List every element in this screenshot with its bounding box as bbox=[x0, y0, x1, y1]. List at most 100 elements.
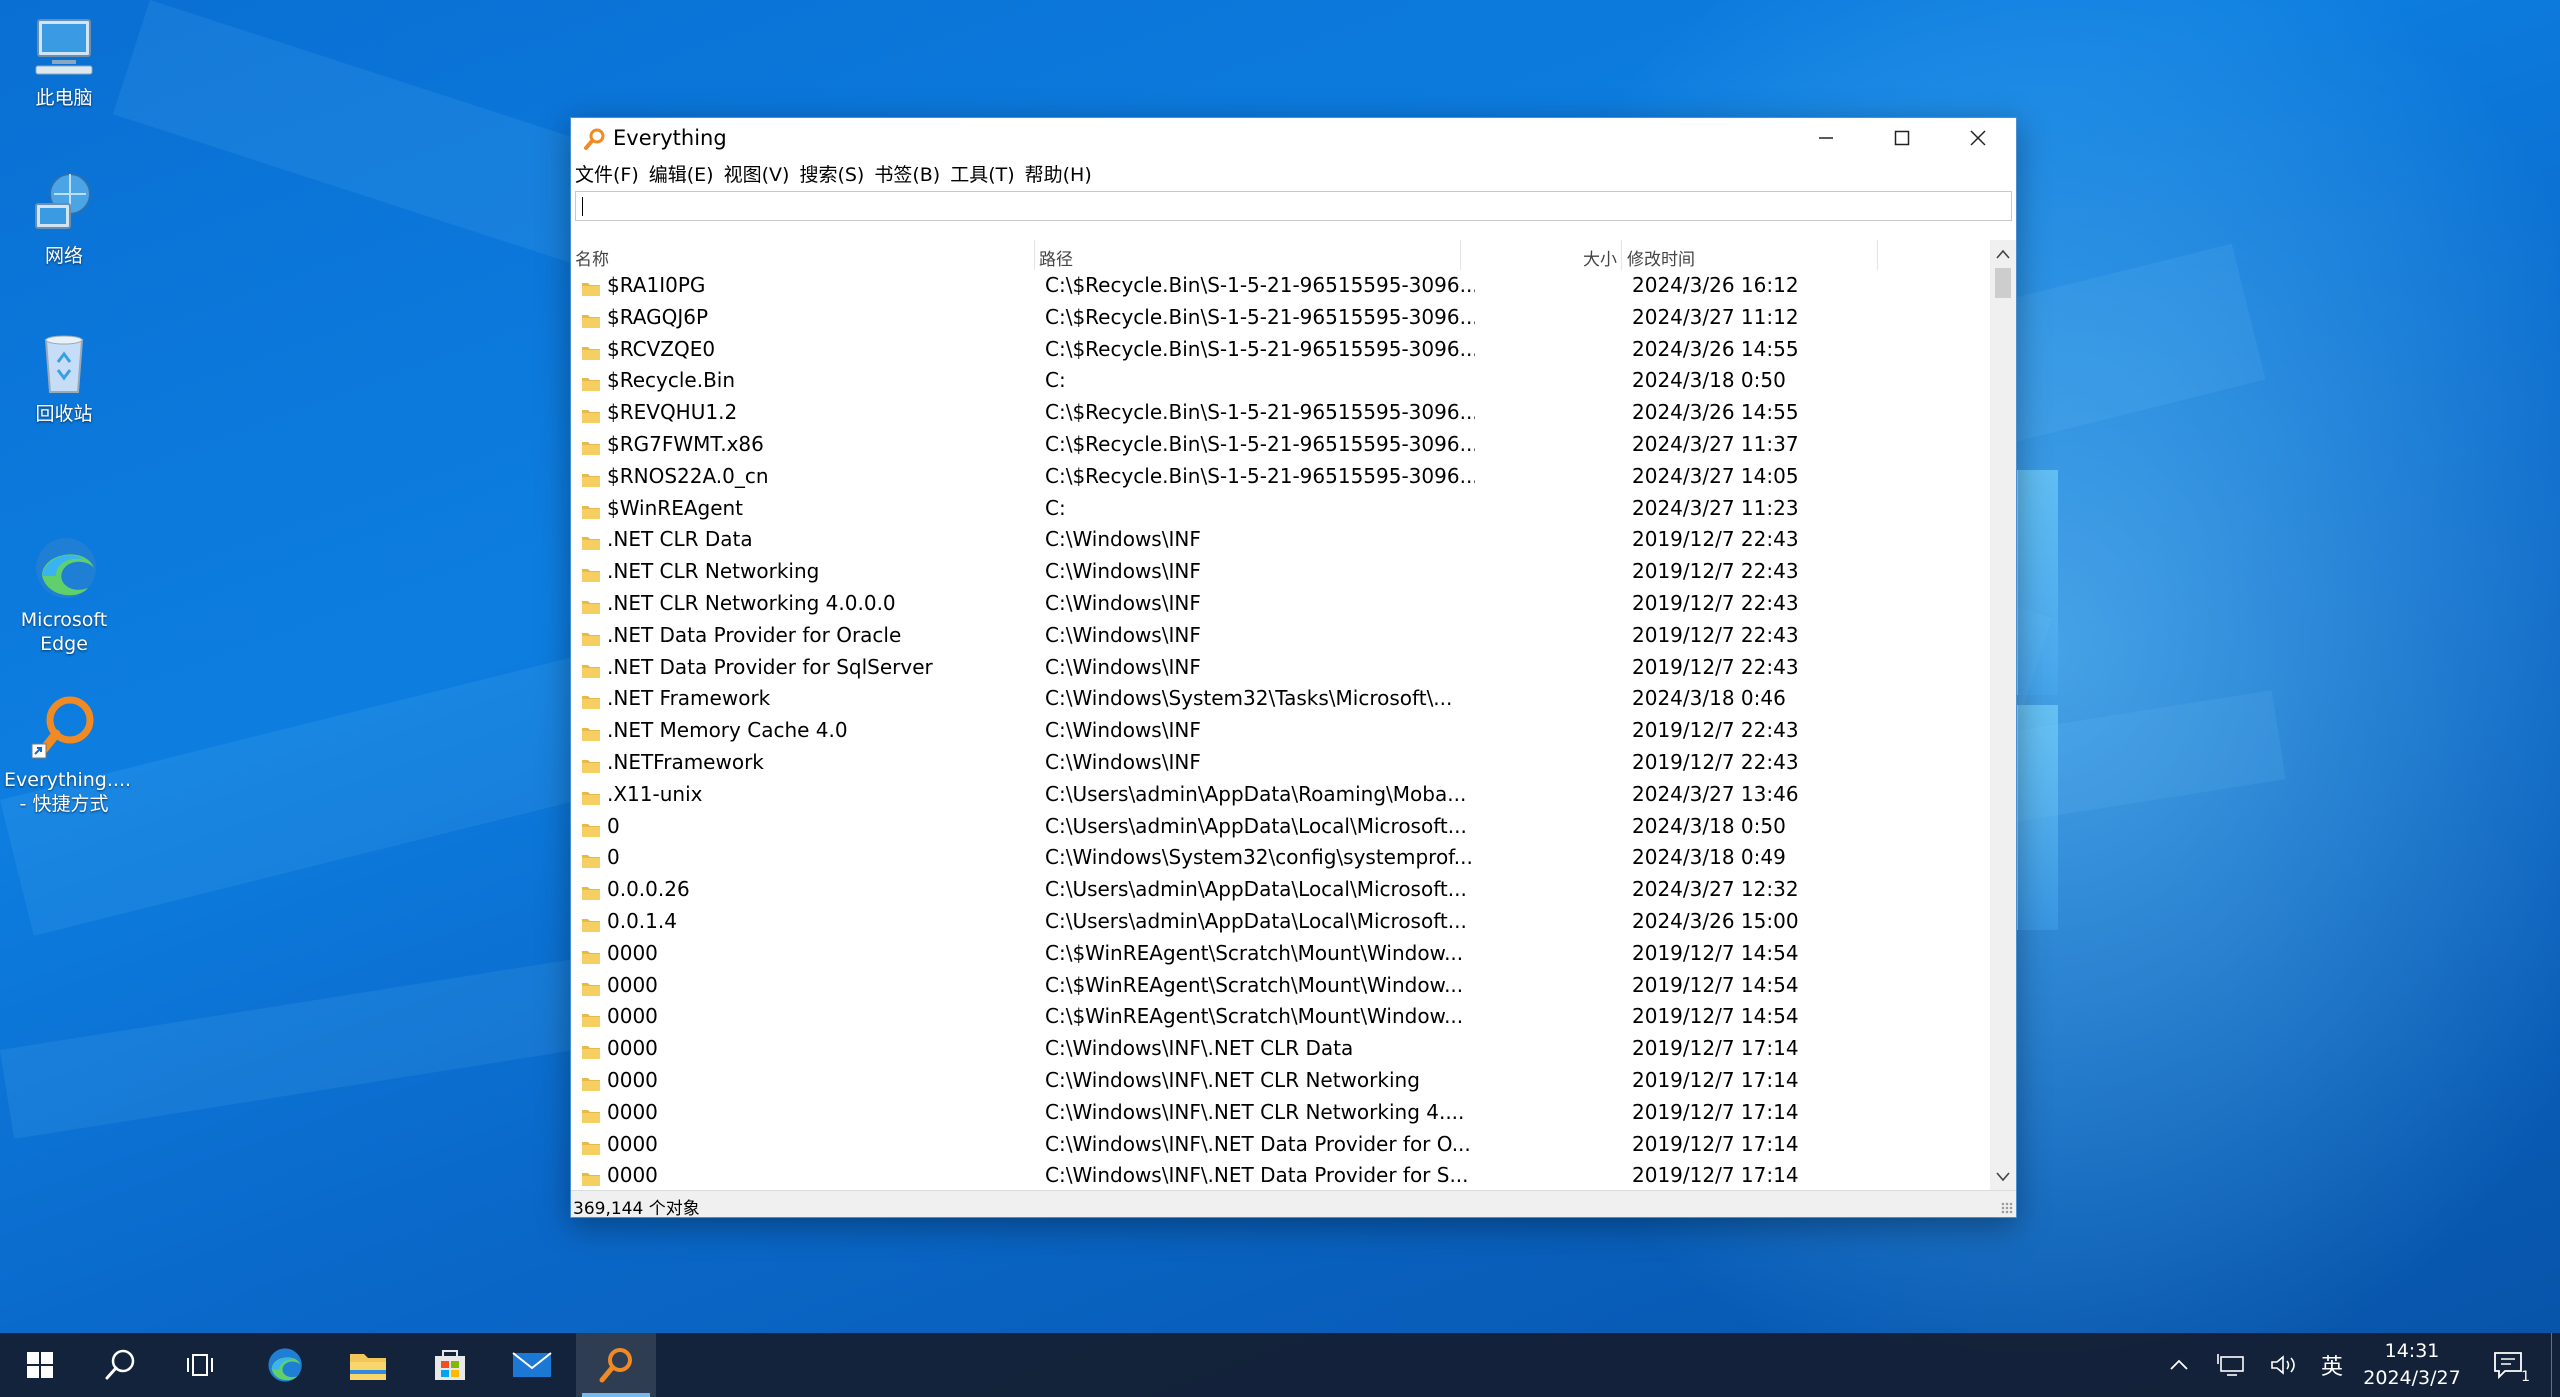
column-divider[interactable] bbox=[1877, 240, 1878, 270]
row-name: 0.0.0.26 bbox=[607, 877, 690, 902]
start-button[interactable] bbox=[0, 1333, 80, 1397]
desktop-icon-everything-shortcut[interactable]: Everything.... - 快捷方式 bbox=[4, 644, 132, 840]
table-row[interactable]: .NET CLR Networking C:\Windows\INF 2019/12… bbox=[571, 556, 1990, 588]
table-row[interactable]: 0000 C:\$WinREAgent\Scratch\Mount\Window.… bbox=[571, 970, 1990, 1002]
table-row[interactable]: .NET CLR Networking 4.0.0.0 C:\Windows\IN… bbox=[571, 588, 1990, 620]
row-modified: 2024/3/18 0:46 bbox=[1632, 686, 1786, 711]
table-row[interactable]: 0.0.1.4 C:\Users\admin\AppData\Local\Micr… bbox=[571, 906, 1990, 938]
menu-item[interactable]: 编辑(E) bbox=[649, 160, 720, 187]
row-path: C:\$WinREAgent\Scratch\Mount\Window... bbox=[1045, 1004, 1464, 1029]
taskbar-edge[interactable] bbox=[244, 1333, 324, 1397]
resize-grip-icon[interactable] bbox=[2001, 1202, 2013, 1214]
table-row[interactable]: .NET Data Provider for Oracle C:\Windows\… bbox=[571, 620, 1990, 652]
menu-item[interactable]: 搜索(S) bbox=[799, 160, 870, 187]
row-modified: 2019/12/7 22:43 bbox=[1632, 749, 1799, 774]
desktop-icon-recycle-bin[interactable]: 回收站 bbox=[4, 326, 124, 426]
menu-bar: 文件(F) 编辑(E) 视图(V) 搜索(S) 书签(B) 工具(T) 帮助(H) bbox=[571, 158, 2016, 188]
column-header-modified[interactable]: 修改时间 bbox=[1627, 245, 1695, 270]
table-row[interactable]: $RA1I0PG C:\$Recycle.Bin\S-1-5-21-9651559… bbox=[571, 270, 1990, 302]
column-header-size[interactable]: 大小 bbox=[1583, 245, 1617, 270]
title-bar[interactable]: Everything bbox=[571, 118, 2016, 158]
taskbar-store[interactable] bbox=[410, 1333, 490, 1397]
menu-item[interactable]: 帮助(H) bbox=[1025, 160, 1098, 187]
menu-item[interactable]: 文件(F) bbox=[575, 160, 645, 187]
folder-icon bbox=[581, 405, 601, 424]
row-modified: 2019/12/7 17:14 bbox=[1632, 1036, 1799, 1061]
scroll-down-arrow[interactable] bbox=[1990, 1165, 2016, 1189]
input-method-indicator[interactable]: 英 bbox=[2310, 1333, 2354, 1397]
table-row[interactable]: 0 C:\Users\admin\AppData\Local\Microsoft.… bbox=[571, 811, 1990, 843]
menu-item[interactable]: 书签(B) bbox=[874, 160, 946, 187]
taskbar-everything[interactable] bbox=[576, 1333, 656, 1397]
table-row[interactable]: .NETFramework C:\Windows\INF 2019/12/7 22:… bbox=[571, 747, 1990, 779]
taskbar-file-explorer[interactable] bbox=[328, 1333, 408, 1397]
row-modified: 2024/3/27 12:32 bbox=[1632, 877, 1799, 902]
table-row[interactable]: 0 C:\Windows\System32\config\systemprof..… bbox=[571, 842, 1990, 874]
table-row[interactable]: 0000 C:\Windows\INF\.NET Data Provider fo… bbox=[571, 1160, 1990, 1191]
table-row[interactable]: .NET Memory Cache 4.0 C:\Windows\INF 2019/… bbox=[571, 715, 1990, 747]
table-row[interactable]: 0000 C:\$WinREAgent\Scratch\Mount\Window.… bbox=[571, 938, 1990, 970]
folder-icon bbox=[581, 819, 601, 837]
maximize-button[interactable] bbox=[1864, 118, 1940, 158]
network-tray-button[interactable] bbox=[2210, 1333, 2254, 1397]
desktop-icon-label: Everything.... - 快捷方式 bbox=[4, 769, 132, 815]
scroll-up-arrow[interactable] bbox=[1990, 242, 2016, 266]
row-modified: 2019/12/7 22:43 bbox=[1632, 590, 1799, 615]
table-row[interactable]: 0000 C:\Windows\INF\.NET CLR Networking 4… bbox=[571, 1097, 1990, 1129]
action-center-button[interactable]: 1 bbox=[2480, 1333, 2536, 1397]
row-modified: 2019/12/7 22:43 bbox=[1632, 718, 1799, 743]
row-modified: 2019/12/7 14:54 bbox=[1632, 972, 1799, 997]
table-row[interactable]: $WinREAgent C: 2024/3/27 11:23 bbox=[571, 493, 1990, 525]
table-row[interactable]: $REVQHU1.2 C:\$Recycle.Bin\S-1-5-21-96515… bbox=[571, 397, 1990, 429]
column-header-name[interactable]: 名称 bbox=[575, 245, 609, 270]
table-row[interactable]: 0000 C:\Windows\INF\.NET CLR Data 2019/12/… bbox=[571, 1033, 1990, 1065]
row-name: $RCVZQE0 bbox=[607, 336, 716, 361]
column-divider[interactable] bbox=[1621, 240, 1622, 270]
table-row[interactable]: .NET Data Provider for SqlServer C:\Windo… bbox=[571, 652, 1990, 684]
task-view-button[interactable] bbox=[160, 1333, 240, 1397]
table-row[interactable]: .NET CLR Data C:\Windows\INF 2019/12/7 22:… bbox=[571, 524, 1990, 556]
column-divider[interactable] bbox=[1034, 240, 1035, 270]
row-modified: 2019/12/7 22:43 bbox=[1632, 559, 1799, 584]
desktop-icon-this-pc[interactable]: 此电脑 bbox=[4, 10, 124, 110]
table-row[interactable]: .X11-unix C:\Users\admin\AppData\Roaming\… bbox=[571, 779, 1990, 811]
table-row[interactable]: $RG7FWMT.x86 C:\$Recycle.Bin\S-1-5-21-965… bbox=[571, 429, 1990, 461]
row-path: C:\Windows\INF bbox=[1045, 527, 1201, 552]
results-list[interactable]: 名称 路径 大小 修改时间 $RA1I0PG C:\$Recycle.Bin\S-… bbox=[571, 240, 2016, 1191]
taskbar-mail[interactable] bbox=[492, 1333, 572, 1397]
row-path: C:\Windows\INF bbox=[1045, 718, 1201, 743]
table-row[interactable]: $RCVZQE0 C:\$Recycle.Bin\S-1-5-21-9651559… bbox=[571, 334, 1990, 366]
table-row[interactable]: .NET Framework C:\Windows\System32\Tasks\… bbox=[571, 683, 1990, 715]
table-row[interactable]: 0000 C:\Windows\INF\.NET Data Provider fo… bbox=[571, 1129, 1990, 1161]
minimize-button[interactable] bbox=[1788, 118, 1864, 158]
close-button[interactable] bbox=[1940, 118, 2016, 158]
desktop-icon-network[interactable]: 网络 bbox=[4, 168, 124, 268]
table-row[interactable]: 0.0.0.26 C:\Users\admin\AppData\Local\Mic… bbox=[571, 874, 1990, 906]
table-row[interactable]: $RNOS22A.0_cn C:\$Recycle.Bin\S-1-5-21-96… bbox=[571, 461, 1990, 493]
row-name: .NETFramework bbox=[607, 749, 764, 774]
menu-item[interactable]: 视图(V) bbox=[724, 160, 796, 187]
table-row[interactable]: 0000 C:\$WinREAgent\Scratch\Mount\Window.… bbox=[571, 1001, 1990, 1033]
desktop-icon-label: 此电脑 bbox=[35, 87, 93, 109]
system-clock[interactable]: 14:31 2024/3/27 bbox=[2352, 1338, 2472, 1392]
column-divider[interactable] bbox=[1460, 240, 1461, 270]
menu-item[interactable]: 工具(T) bbox=[950, 160, 1020, 187]
row-path: C:\Users\admin\AppData\Local\Microsoft..… bbox=[1045, 877, 1467, 902]
text-caret bbox=[582, 197, 583, 216]
volume-tray-button[interactable] bbox=[2262, 1333, 2306, 1397]
table-row[interactable]: 0000 C:\Windows\INF\.NET CLR Networking 20… bbox=[571, 1065, 1990, 1097]
table-row[interactable]: $RAGQJ6P C:\$Recycle.Bin\S-1-5-21-9651559… bbox=[571, 302, 1990, 334]
column-header-path[interactable]: 路径 bbox=[1039, 245, 1073, 270]
row-path: C:\$WinREAgent\Scratch\Mount\Window... bbox=[1045, 972, 1464, 997]
row-name: $RG7FWMT.x86 bbox=[607, 431, 764, 456]
show-desktop-button[interactable] bbox=[2551, 1333, 2560, 1397]
vertical-scrollbar[interactable] bbox=[1990, 240, 2016, 1191]
row-modified: 2019/12/7 14:54 bbox=[1632, 1004, 1799, 1029]
show-hidden-icons-button[interactable] bbox=[2160, 1333, 2198, 1397]
search-input[interactable] bbox=[575, 191, 2012, 221]
table-row[interactable]: $Recycle.Bin C: 2024/3/18 0:50 bbox=[571, 365, 1990, 397]
scrollbar-thumb[interactable] bbox=[1995, 268, 2011, 298]
everything-window[interactable]: Everything 文件(F) 编辑(E) 视图(V) 搜索(S) 书签(B) 工具(T… bbox=[570, 117, 2017, 1219]
search-button[interactable] bbox=[80, 1333, 160, 1397]
close-icon bbox=[1970, 130, 1986, 146]
